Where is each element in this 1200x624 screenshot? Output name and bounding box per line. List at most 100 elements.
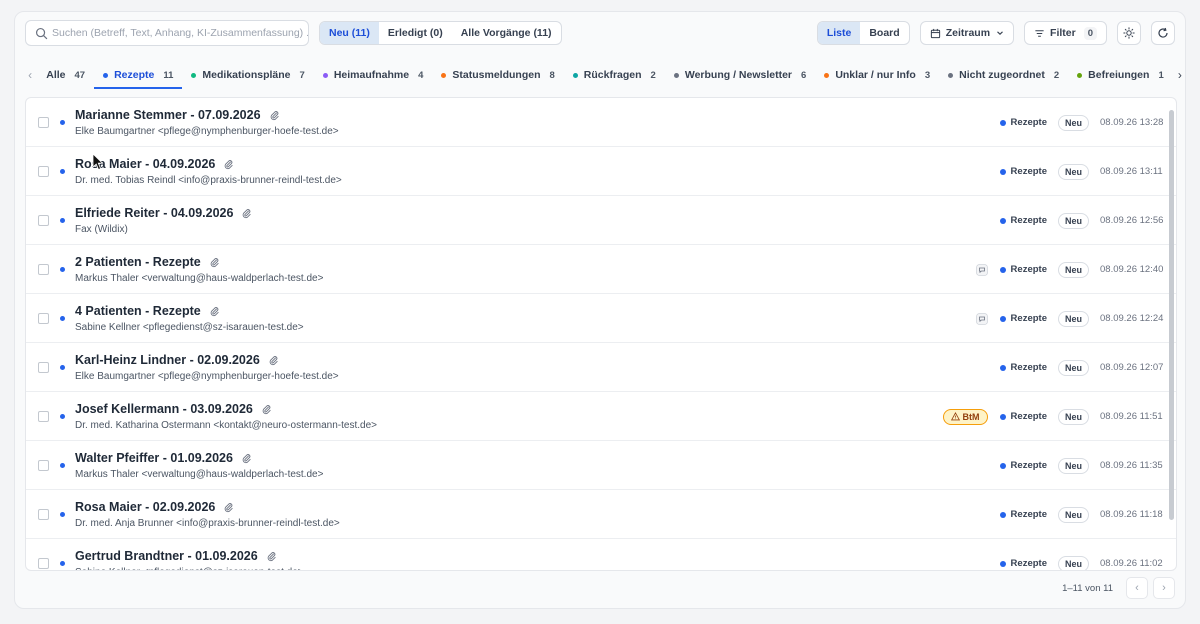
row-meta: Rezepte Neu 08.09.26 13:28 (988, 98, 1176, 147)
tab-heimaufnahme[interactable]: Heimaufnahme 4 (314, 63, 433, 87)
refresh-button[interactable] (1151, 21, 1175, 45)
status-filter-new[interactable]: Neu (11) (320, 22, 379, 44)
theme-toggle-button[interactable] (1117, 21, 1141, 45)
tab-unklar-nur-info[interactable]: Unklar / nur Info 3 (815, 63, 939, 87)
list-item[interactable]: Elfriede Reiter - 04.09.2026 Fax (Wildix… (26, 196, 1176, 245)
unread-dot-icon (60, 120, 65, 125)
row-subject: Gertrud Brandtner - 01.09.2026 (75, 549, 277, 563)
status-badge: Neu (1057, 506, 1089, 523)
list-item[interactable]: Josef Kellermann - 03.09.2026 Dr. med. K… (26, 392, 1176, 441)
row-sender: Markus Thaler <verwaltung@haus-waldperla… (75, 273, 324, 284)
row-subject-text: Gertrud Brandtner - 01.09.2026 (75, 549, 258, 563)
row-checkbox[interactable] (38, 509, 49, 520)
tab-medikationsplaene[interactable]: Medikationspläne 7 (182, 63, 313, 87)
paperclip-icon (225, 502, 233, 512)
refresh-icon (1158, 27, 1168, 38)
prev-page-button[interactable]: ‹ (1126, 577, 1148, 599)
tab-nicht-zugeordnet[interactable]: Nicht zugeordnet 2 (939, 63, 1068, 87)
status-filter-done[interactable]: Erledigt (0) (379, 22, 452, 44)
search-input[interactable] (52, 27, 308, 39)
row-sender: Fax (Wildix) (75, 224, 128, 235)
list-item[interactable]: Karl-Heinz Lindner - 02.09.2026 Elke Bau… (26, 343, 1176, 392)
tab-rueckfragen[interactable]: Rückfragen 2 (564, 63, 665, 87)
row-checkbox[interactable] (38, 117, 49, 128)
row-subject: Elfriede Reiter - 04.09.2026 (75, 206, 252, 220)
filter-button[interactable]: Filter 0 (1024, 21, 1107, 45)
category-tag: Rezepte (999, 313, 1047, 324)
row-meta: Rezepte Neu 08.09.26 11:35 (988, 441, 1176, 490)
paperclip-icon (269, 355, 278, 365)
row-checkbox[interactable] (38, 264, 49, 275)
category-label: Rezepte (1010, 509, 1047, 520)
tab-werbung-newsletter[interactable]: Werbung / Newsletter 6 (665, 63, 815, 87)
tabs-scroll-left-icon[interactable]: ‹ (23, 66, 37, 84)
category-tag: Rezepte (999, 362, 1047, 373)
list-item[interactable]: 4 Patienten - Rezepte Sabine Kellner <pf… (26, 294, 1176, 343)
category-dot-icon (999, 315, 1006, 322)
view-mode-board[interactable]: Board (860, 22, 908, 44)
tab-befreiungen[interactable]: Befreiungen 1 (1068, 63, 1173, 87)
row-sender: Sabine Kellner <pflegedienst@sz-isarauen… (75, 567, 304, 570)
row-date: 08.09.26 12:07 (1100, 362, 1164, 373)
category-label: Rezepte (1010, 362, 1047, 373)
status-filter-group: Neu (11) Erledigt (0) Alle Vorgänge (11) (319, 21, 562, 45)
category-tag: Rezepte (999, 411, 1047, 422)
tab-alle[interactable]: Alle 47 (37, 63, 94, 87)
category-tag: Rezepte (999, 117, 1047, 128)
tab-count: 4 (418, 69, 424, 81)
category-dot-icon (999, 364, 1006, 371)
row-checkbox[interactable] (38, 362, 49, 373)
row-checkbox[interactable] (38, 215, 49, 226)
row-checkbox[interactable] (38, 166, 49, 177)
status-badge: Neu (1057, 555, 1089, 570)
unread-dot-icon (60, 267, 65, 272)
category-dot-icon (103, 72, 109, 78)
status-filter-all[interactable]: Alle Vorgänge (11) (452, 22, 561, 44)
tab-count: 11 (163, 69, 174, 81)
tabs-scroll-right-icon[interactable]: › (1173, 66, 1187, 84)
unread-dot-icon (60, 463, 65, 468)
app-frame: Neu (11) Erledigt (0) Alle Vorgänge (11)… (14, 11, 1186, 609)
tab-rezepte[interactable]: Rezepte 11 (94, 63, 183, 89)
row-subject-text: Marianne Stemmer - 07.09.2026 (75, 108, 261, 122)
tab-label: Befreiungen (1088, 69, 1150, 81)
list-item[interactable]: Gertrud Brandtner - 01.09.2026 Sabine Ke… (26, 539, 1176, 570)
row-checkbox[interactable] (38, 558, 49, 569)
row-date: 08.09.26 13:28 (1100, 117, 1164, 128)
filter-label: Filter (1050, 27, 1076, 39)
btm-badge: BtM (942, 408, 988, 425)
zeitraum-button[interactable]: Zeitraum (919, 21, 1015, 45)
status-badge: Neu (1057, 163, 1089, 180)
list-item[interactable]: Walter Pfeiffer - 01.09.2026 Markus Thal… (26, 441, 1176, 490)
row-date: 08.09.26 12:56 (1100, 215, 1164, 226)
tab-label: Alle (46, 69, 66, 81)
row-subject: Rosa Maier - 02.09.2026 (75, 500, 234, 514)
status-badge: Neu (1057, 310, 1089, 327)
row-meta: Rezepte Neu 08.09.26 12:07 (988, 343, 1176, 392)
list-item[interactable]: Rosa Maier - 04.09.2026 Dr. med. Tobias … (26, 147, 1176, 196)
tab-statusmeldungen[interactable]: Statusmeldungen 8 (432, 63, 563, 87)
view-mode-list[interactable]: Liste (817, 22, 861, 44)
pagination-range: 1–11 von 11 (1062, 582, 1113, 594)
list-item[interactable]: 2 Patienten - Rezepte Markus Thaler <ver… (26, 245, 1176, 294)
list-item[interactable]: Rosa Maier - 02.09.2026 Dr. med. Anja Br… (26, 490, 1176, 539)
paperclip-icon (243, 208, 252, 218)
category-label: Rezepte (1010, 460, 1047, 471)
category-label: Rezepte (1010, 264, 1047, 275)
search-box[interactable] (25, 20, 309, 46)
status-badge: Neu (1057, 261, 1089, 278)
row-date: 08.09.26 11:35 (1100, 460, 1163, 471)
row-checkbox[interactable] (38, 460, 49, 471)
list-item[interactable]: Marianne Stemmer - 07.09.2026 Elke Baumg… (26, 98, 1176, 147)
tab-label: Heimaufnahme (333, 69, 410, 81)
row-meta: Rezepte Neu 08.09.26 11:02 (988, 539, 1176, 570)
list-scrollbar[interactable] (1169, 110, 1174, 520)
row-checkbox[interactable] (38, 411, 49, 422)
tab-count: 8 (549, 69, 555, 81)
btm-label: BtM (962, 411, 980, 422)
paperclip-icon (267, 551, 276, 561)
next-page-button[interactable]: › (1153, 577, 1175, 599)
category-dot-icon (441, 72, 447, 78)
row-checkbox[interactable] (38, 313, 49, 324)
chevron-left-icon: ‹ (1135, 582, 1139, 594)
